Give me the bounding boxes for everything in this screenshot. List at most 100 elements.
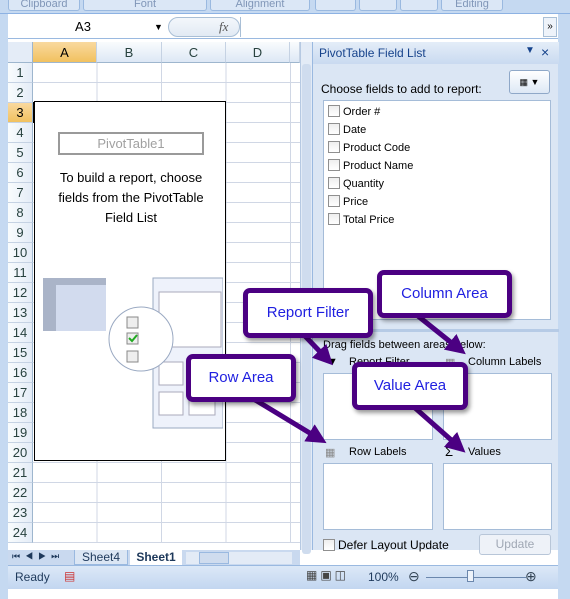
ribbon-group-alignment[interactable]: Alignment bbox=[210, 0, 310, 11]
row-header[interactable]: 6 bbox=[8, 163, 33, 183]
column-header-e[interactable] bbox=[290, 42, 300, 63]
sheet-tab-bar: ⏮◀▶⏭ Sheet4 Sheet1 bbox=[8, 550, 300, 565]
row-header[interactable]: 7 bbox=[8, 183, 33, 203]
name-box-dropdown-icon[interactable]: ▼ bbox=[154, 17, 163, 37]
column-labels-label: Column Labels bbox=[468, 356, 542, 368]
values-label: Values bbox=[468, 446, 501, 458]
row-header[interactable]: 3 bbox=[8, 103, 33, 123]
row-labels-label: Row Labels bbox=[349, 446, 407, 458]
view-buttons[interactable]: ▦▣◫ bbox=[306, 568, 356, 586]
row-header[interactable]: 18 bbox=[8, 403, 33, 423]
select-all-button[interactable] bbox=[8, 42, 33, 63]
field-checkbox[interactable]: Product Name bbox=[328, 157, 413, 175]
horizontal-scrollbar-thumb[interactable] bbox=[199, 552, 229, 564]
field-label: Product Code bbox=[343, 142, 411, 154]
pivot-instruction: To build a report, choose fields from th… bbox=[58, 170, 204, 225]
name-box[interactable]: A3 bbox=[8, 17, 158, 37]
field-label: Order # bbox=[343, 106, 381, 118]
row-header[interactable]: 17 bbox=[8, 383, 33, 403]
ribbon-group-styles[interactable] bbox=[359, 0, 397, 11]
checkbox-icon[interactable] bbox=[328, 177, 340, 189]
row-header[interactable]: 4 bbox=[8, 123, 33, 143]
checkbox-icon[interactable] bbox=[328, 105, 340, 117]
row-header[interactable]: 2 bbox=[8, 83, 33, 103]
row-header[interactable]: 11 bbox=[8, 263, 33, 283]
zoom-slider-handle[interactable] bbox=[467, 570, 474, 582]
sheet-tab-sheet4[interactable]: Sheet4 bbox=[74, 550, 128, 565]
checkbox-icon[interactable] bbox=[328, 159, 340, 171]
layout-options-button[interactable]: ▦ ▼ bbox=[509, 70, 550, 94]
zoom-in-icon[interactable]: ⊕ bbox=[525, 568, 537, 585]
checkbox-icon[interactable] bbox=[328, 195, 340, 207]
defer-layout-checkbox[interactable]: Defer Layout Update bbox=[323, 538, 449, 552]
row-header[interactable]: 23 bbox=[8, 503, 33, 523]
row-header[interactable]: 21 bbox=[8, 463, 33, 483]
values-area[interactable] bbox=[443, 463, 552, 530]
field-checkbox[interactable]: Product Code bbox=[328, 139, 410, 157]
insert-function-icon[interactable]: fx bbox=[219, 19, 228, 35]
field-checkbox[interactable]: Quantity bbox=[328, 175, 384, 193]
row-header[interactable]: 5 bbox=[8, 143, 33, 163]
row-header[interactable]: 12 bbox=[8, 283, 33, 303]
row-header[interactable]: 24 bbox=[8, 523, 33, 543]
field-list-title: PivotTable Field List bbox=[313, 42, 559, 64]
row-header[interactable]: 14 bbox=[8, 323, 33, 343]
row-header[interactable]: 9 bbox=[8, 223, 33, 243]
filter-icon: ▼ bbox=[327, 356, 338, 368]
pivot-table-placeholder[interactable]: PivotTable1 To build a report, choose fi… bbox=[34, 101, 226, 461]
pivot-illustration-icon bbox=[43, 277, 223, 429]
panel-menu-icon[interactable]: ▼ bbox=[525, 45, 535, 56]
field-checkbox[interactable]: Price bbox=[328, 193, 368, 211]
zoom-slider[interactable] bbox=[426, 577, 526, 578]
row-header[interactable]: 10 bbox=[8, 243, 33, 263]
row-header[interactable]: 22 bbox=[8, 483, 33, 503]
field-checkbox[interactable]: Total Price bbox=[328, 211, 394, 229]
ribbon-group-cells[interactable] bbox=[400, 0, 438, 11]
ribbon: Clipboard Font Alignment Editing bbox=[0, 0, 570, 14]
field-label: Product Name bbox=[343, 160, 414, 172]
pivot-table-name: PivotTable1 bbox=[58, 132, 204, 155]
status-bar: Ready ▤ ▦▣◫ 100% ⊖ ⊕ bbox=[8, 565, 558, 589]
choose-fields-label: Choose fields to add to report: bbox=[321, 82, 482, 96]
callout-value-area: Value Area bbox=[352, 362, 468, 410]
sheet-nav-buttons[interactable]: ⏮◀▶⏭ bbox=[12, 551, 64, 562]
sheet-tab-sheet1[interactable]: Sheet1 bbox=[130, 550, 182, 565]
formula-input[interactable] bbox=[240, 17, 542, 37]
close-icon[interactable]: × bbox=[541, 44, 549, 60]
checkbox-icon[interactable] bbox=[328, 141, 340, 153]
field-label: Total Price bbox=[343, 214, 395, 226]
row-header[interactable]: 13 bbox=[8, 303, 33, 323]
zoom-out-icon[interactable]: ⊖ bbox=[408, 568, 420, 585]
sigma-icon: Σ bbox=[445, 444, 454, 459]
row-header[interactable]: 20 bbox=[8, 443, 33, 463]
macro-record-icon[interactable]: ▤ bbox=[64, 569, 75, 583]
zoom-level[interactable]: 100% bbox=[368, 570, 399, 584]
row-header[interactable]: 8 bbox=[8, 203, 33, 223]
field-checkbox[interactable]: Order # bbox=[328, 103, 380, 121]
row-labels-area[interactable] bbox=[323, 463, 433, 530]
field-checkbox[interactable]: Date bbox=[328, 121, 366, 139]
formula-bar: A3 ▼ fx » bbox=[8, 15, 558, 39]
defer-layout-label: Defer Layout Update bbox=[338, 538, 449, 552]
ribbon-group-editing[interactable]: Editing bbox=[441, 0, 503, 11]
column-header-b[interactable]: B bbox=[97, 42, 162, 63]
row-header[interactable]: 19 bbox=[8, 423, 33, 443]
column-header-d[interactable]: D bbox=[226, 42, 290, 63]
field-label: Date bbox=[343, 124, 367, 136]
column-header-c[interactable]: C bbox=[162, 42, 226, 63]
checkbox-icon[interactable] bbox=[328, 213, 340, 225]
row-header[interactable]: 16 bbox=[8, 363, 33, 383]
ribbon-group-clipboard[interactable]: Clipboard bbox=[8, 0, 80, 11]
window-frame-right bbox=[558, 0, 570, 599]
update-button[interactable]: Update bbox=[479, 534, 551, 555]
row-header[interactable]: 1 bbox=[8, 63, 33, 83]
ribbon-group-number[interactable] bbox=[315, 0, 356, 11]
checkbox-icon[interactable] bbox=[328, 123, 340, 135]
column-header-a[interactable]: A bbox=[33, 42, 97, 63]
horizontal-scrollbar[interactable] bbox=[186, 552, 292, 564]
row-header[interactable]: 15 bbox=[8, 343, 33, 363]
expand-formula-bar-icon[interactable]: » bbox=[543, 17, 557, 37]
window-frame-left bbox=[0, 0, 8, 599]
field-label: Quantity bbox=[343, 178, 384, 190]
ribbon-group-font[interactable]: Font bbox=[83, 0, 207, 11]
